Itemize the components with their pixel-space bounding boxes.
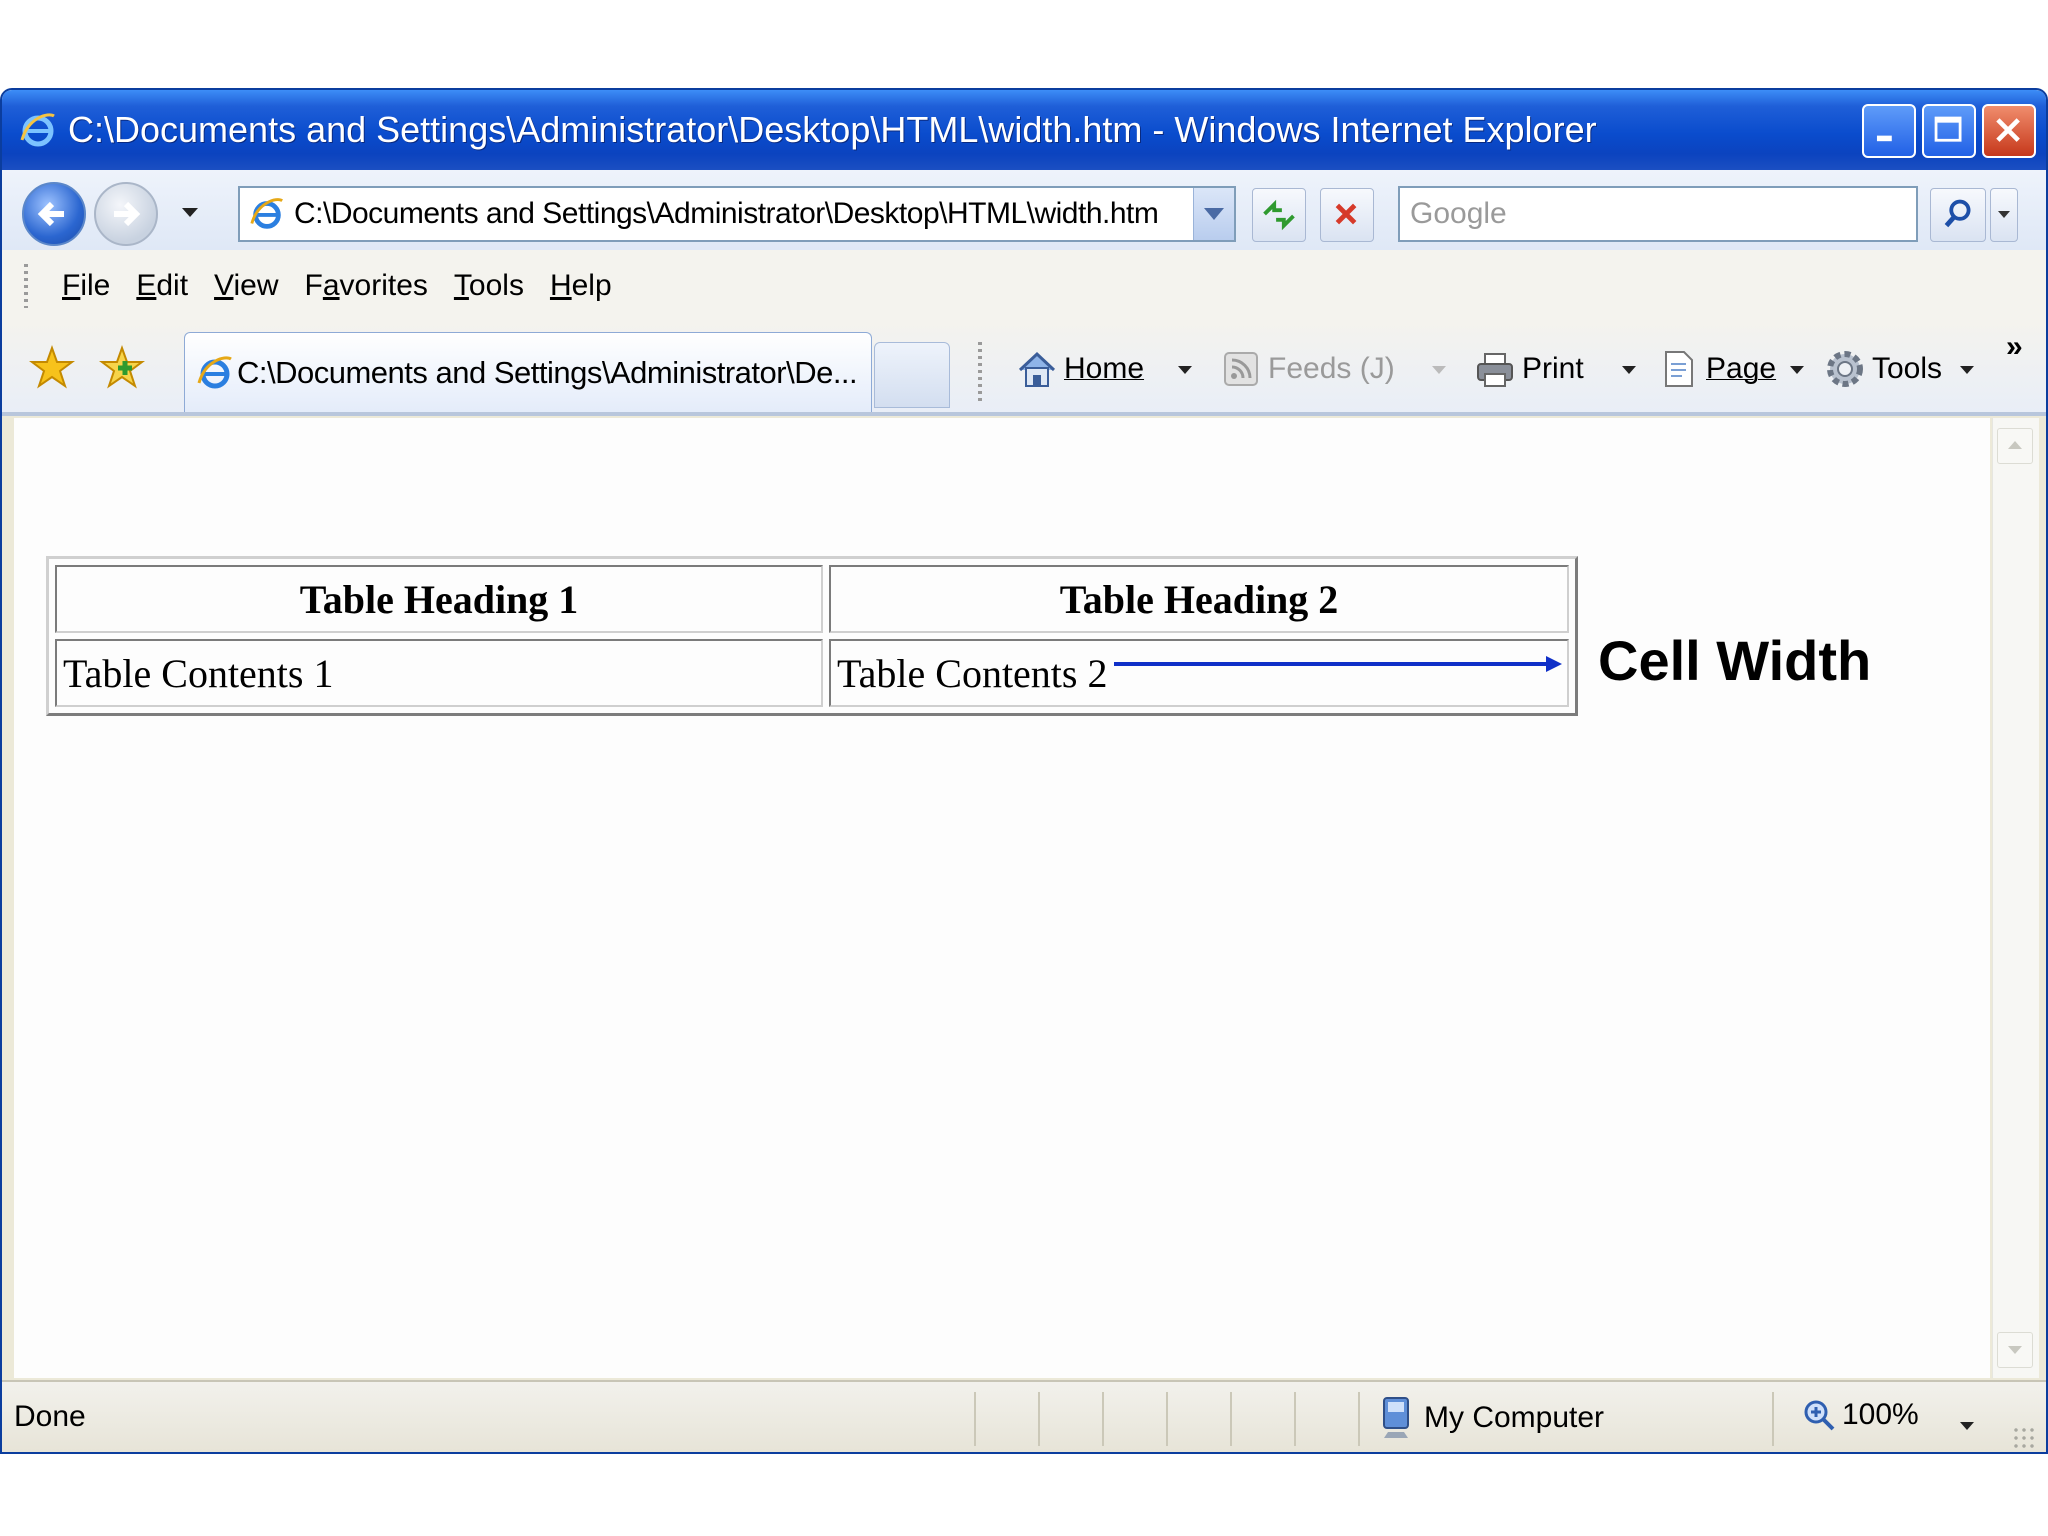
menu-tools[interactable]: Tools [454,269,524,303]
annotation-arrow [1114,656,1562,672]
feeds-dropdown[interactable] [1432,366,1446,374]
computer-icon [1383,1397,1409,1438]
toolbar-grip[interactable] [24,264,28,308]
status-pane-divider [1294,1392,1296,1446]
scroll-down-button[interactable] [1997,1332,2033,1368]
page-label: Page [1706,352,1777,385]
security-zone[interactable]: My Computer [1378,1396,1604,1440]
home-icon [1018,351,1056,387]
table-header-row: Table Heading 1 Table Heading 2 [55,565,1569,633]
search-input[interactable]: Google [1398,186,1918,242]
tools-gear-icon [1827,351,1863,387]
close-button[interactable] [1982,104,2036,158]
stop-icon [1335,203,1357,225]
address-dropdown-button[interactable] [1193,188,1234,240]
status-pane-divider [1358,1392,1360,1446]
tab-active[interactable]: C:\Documents and Settings\Administrator\… [184,332,872,412]
page-icon [1665,351,1693,387]
status-bar: Done My Computer 100% [2,1380,2046,1452]
feeds-button[interactable]: Feeds (J) [1220,344,1395,394]
status-pane-divider [1230,1392,1232,1446]
vertical-scrollbar[interactable] [1992,418,2039,1378]
feeds-label: Feeds (J) [1268,352,1395,385]
search-options-dropdown[interactable] [1990,188,2018,242]
zoom-dropdown[interactable] [1960,1422,1974,1430]
menu-bar: File Edit View Favorites Tools Help [2,250,2046,323]
refresh-icon [1263,199,1295,231]
menu-edit[interactable]: Edit [136,269,188,303]
add-favorites-icon[interactable] [98,344,146,392]
menu-view[interactable]: View [214,269,278,303]
print-icon [1477,353,1513,387]
address-url: C:\Documents and Settings\Administrator\… [294,197,1159,230]
table-cell-1: Table Contents 1 [55,639,823,707]
toolbar-separator [978,342,982,402]
tab-label: C:\Documents and Settings\Administrator\… [237,354,858,390]
home-dropdown[interactable] [1178,366,1192,374]
page-content: Table Heading 1 Table Heading 2 Table Co… [14,418,1990,1378]
ie-icon [250,198,283,229]
ie-icon [197,355,232,388]
status-pane-divider [1102,1392,1104,1446]
stop-button[interactable] [1320,188,1374,242]
new-tab-button[interactable] [874,342,950,408]
zoom-icon [1804,1400,1835,1431]
status-pane-divider [974,1392,976,1446]
tools-label: Tools [1872,352,1943,385]
search-button[interactable] [1930,188,1986,242]
zoom-control[interactable]: 100% [1802,1398,1919,1432]
browser-window: C:\Documents and Settings\Administrator\… [0,88,2048,1454]
scroll-up-button[interactable] [1997,428,2033,464]
close-icon [1996,118,2020,142]
minimize-icon [1876,135,1892,142]
favorites-star-icon[interactable] [28,344,76,392]
more-commands-chevron-icon[interactable]: » [2006,330,2023,364]
recent-pages-dropdown[interactable] [182,208,198,217]
zone-label: My Computer [1424,1401,1605,1434]
status-text: Done [14,1400,86,1433]
tools-dropdown[interactable] [1960,366,1974,374]
back-button[interactable] [22,182,86,246]
address-field[interactable]: C:\Documents and Settings\Administrator\… [238,186,1236,242]
print-dropdown[interactable] [1622,366,1636,374]
demo-table: Table Heading 1 Table Heading 2 Table Co… [46,556,1578,716]
maximize-icon [1934,116,1962,142]
feeds-icon [1224,352,1258,386]
tab-bar: C:\Documents and Settings\Administrator\… [2,322,2046,416]
resize-grip[interactable] [2012,1426,2038,1452]
status-pane-divider [1772,1392,1774,1446]
window-title: C:\Documents and Settings\Administrator\… [68,109,1597,150]
minimize-button[interactable] [1862,104,1916,158]
maximize-button[interactable] [1922,104,1976,158]
print-label: Print [1522,352,1584,385]
home-label: Home [1064,352,1145,385]
refresh-button[interactable] [1252,188,1306,242]
menu-favorites[interactable]: Favorites [305,269,428,303]
forward-button[interactable] [94,182,158,246]
status-pane-divider [1166,1392,1168,1446]
menu-help[interactable]: Help [550,269,612,303]
zoom-level: 100% [1842,1398,1919,1431]
ie-icon [20,113,55,147]
menu-file[interactable]: File [62,269,110,303]
home-button[interactable]: Home [1016,344,1144,394]
table-heading-1: Table Heading 1 [55,565,823,633]
forward-icon [114,201,141,227]
page-button[interactable]: Page [1658,344,1776,394]
page-dropdown[interactable] [1790,366,1804,374]
print-button[interactable]: Print [1474,344,1584,394]
tools-button[interactable]: Tools [1824,344,1942,394]
search-icon [1944,199,1971,228]
back-icon [37,201,64,227]
title-bar: C:\Documents and Settings\Administrator\… [2,90,2046,170]
table-heading-2: Table Heading 2 [829,565,1569,633]
address-toolbar: C:\Documents and Settings\Administrator\… [2,170,2046,250]
status-pane-divider [1038,1392,1040,1446]
cell-width-annotation: Cell Width [1598,629,1872,692]
